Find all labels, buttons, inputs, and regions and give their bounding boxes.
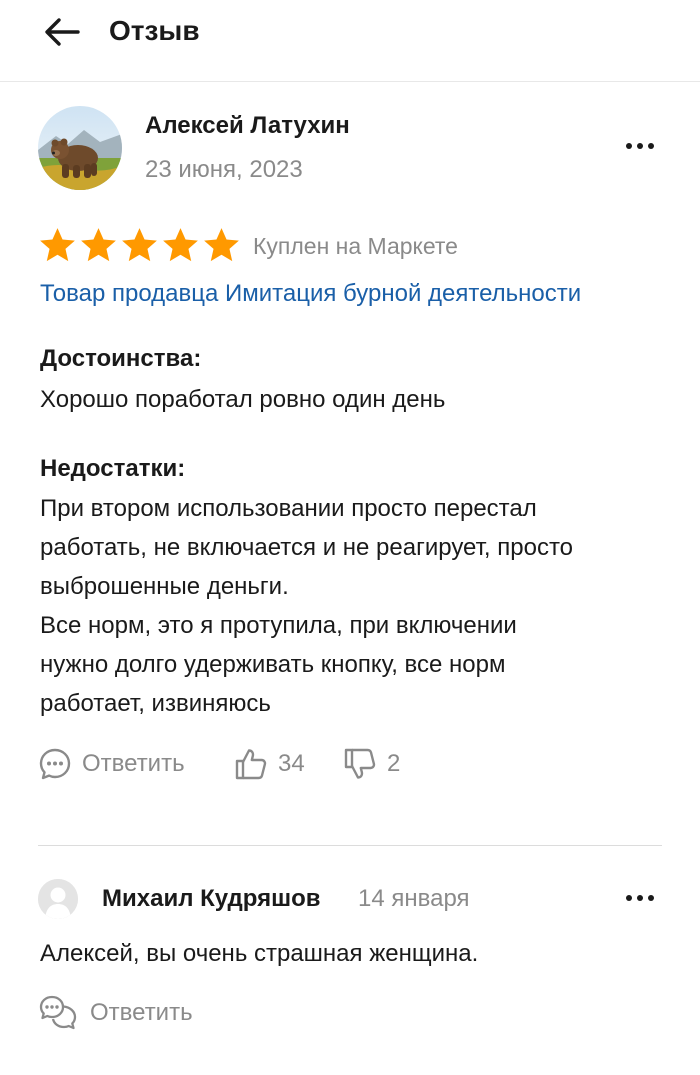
top-bar: Отзыв (0, 0, 700, 82)
comment-date: 14 января (358, 885, 470, 912)
star-icon (40, 228, 75, 262)
bear-avatar-image (38, 106, 122, 190)
cons-line: Все норм, это я протупила, при включении (40, 612, 517, 639)
comments-icon (39, 995, 77, 1030)
star-icon (163, 228, 198, 262)
dot (637, 895, 643, 901)
comment-more-button[interactable] (618, 883, 662, 913)
reply-label: Ответить (90, 999, 193, 1026)
user-placeholder-icon (38, 879, 78, 919)
cons-line: работает, извиняюсь (40, 690, 271, 717)
star-icon (122, 228, 157, 262)
commenter-avatar[interactable] (38, 879, 78, 919)
divider (38, 845, 662, 846)
back-button[interactable] (38, 12, 86, 52)
purchased-badge: Куплен на Маркете (253, 233, 458, 259)
like-button[interactable]: 34 (234, 747, 305, 781)
dot (648, 143, 654, 149)
review-author-name[interactable]: Алексей Латухин (145, 111, 350, 141)
review-date: 23 июня, 2023 (145, 156, 303, 183)
pros-text: Хорошо поработал ровно один день (40, 386, 446, 413)
page-title: Отзыв (109, 15, 200, 46)
dot (637, 143, 643, 149)
star-icon (204, 228, 239, 262)
dislike-count: 2 (387, 750, 401, 777)
thumbs-up-icon (235, 749, 267, 780)
reply-label: Ответить (82, 750, 185, 777)
dot (626, 143, 632, 149)
cons-line: При втором использовании просто перестал (40, 495, 537, 522)
comment-reply-button[interactable]: Ответить (38, 994, 193, 1032)
cons-line: работать, не включается и не реагирует, … (40, 534, 574, 561)
cons-line: нужно долго удерживать кнопку, все норм (40, 651, 506, 678)
product-link[interactable]: Товар продавца Имитация бурной деятельно… (40, 279, 581, 309)
dot (648, 895, 654, 901)
cons-text: При втором использовании просто перестал… (40, 489, 670, 723)
like-count: 34 (278, 750, 305, 777)
thumbs-down-icon (344, 748, 376, 779)
arrow-left-icon (45, 18, 80, 46)
review-more-button[interactable] (618, 131, 662, 161)
cons-line: выброшенные деньги. (40, 573, 289, 600)
comment-author-name[interactable]: Михаил Кудряшов (102, 884, 321, 914)
star-icon (81, 228, 116, 262)
rating-stars (38, 226, 241, 265)
cons-title: Недостатки: (40, 455, 186, 482)
dot (626, 895, 632, 901)
author-avatar[interactable] (38, 106, 122, 190)
pros-title: Достоинства: (40, 345, 202, 372)
comment-text: Алексей, вы очень страшная женщина. (40, 940, 479, 967)
review-reply-button[interactable]: Ответить (38, 747, 185, 781)
dislike-button[interactable]: 2 (343, 747, 400, 781)
comment-icon (39, 748, 71, 780)
